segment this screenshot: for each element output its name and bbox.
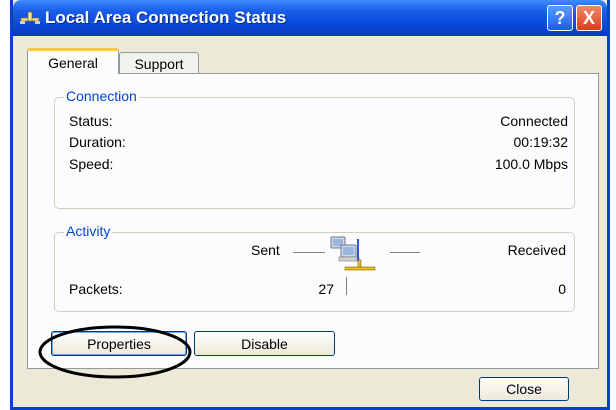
title-bar[interactable]: Local Area Connection Status ? X — [13, 0, 607, 36]
close-window-button[interactable]: X — [576, 5, 602, 31]
tab-general[interactable]: General — [27, 48, 119, 74]
general-tab-panel: Connection Status: Connected Duration: 0… — [27, 73, 599, 369]
help-button[interactable]: ? — [547, 5, 573, 31]
speed-label: Speed: — [69, 156, 114, 172]
packets-divider — [346, 277, 347, 295]
connection-group-label: Connection — [64, 88, 139, 104]
sent-label: Sent — [251, 242, 280, 258]
received-packets-value: 0 — [558, 281, 566, 297]
disable-button[interactable]: Disable — [194, 331, 335, 356]
received-line — [390, 252, 420, 253]
tab-support[interactable]: Support — [119, 52, 199, 74]
speed-value: 100.0 Mbps — [494, 156, 568, 172]
status-value: Connected — [500, 113, 568, 129]
duration-label: Duration: — [69, 134, 126, 150]
packets-label: Packets: — [69, 281, 123, 297]
sent-line — [293, 252, 325, 253]
connection-group: Connection Status: Connected Duration: 0… — [54, 88, 575, 209]
activity-group-label: Activity — [64, 223, 113, 239]
network-connection-icon — [20, 11, 40, 24]
close-button[interactable]: Close — [479, 377, 569, 401]
network-activity-icon — [330, 236, 376, 271]
window-title: Local Area Connection Status — [45, 8, 287, 27]
activity-group: Activity Sent Received Packets: 27 0 — [54, 223, 575, 312]
duration-value: 00:19:32 — [513, 134, 569, 150]
status-label: Status: — [69, 113, 113, 129]
properties-button[interactable]: Properties — [51, 331, 187, 356]
status-dialog: Local Area Connection Status ? X General… — [10, 0, 610, 410]
close-icon: X — [582, 7, 595, 28]
received-label: Received — [507, 242, 566, 258]
sent-packets-value: 27 — [318, 281, 334, 297]
